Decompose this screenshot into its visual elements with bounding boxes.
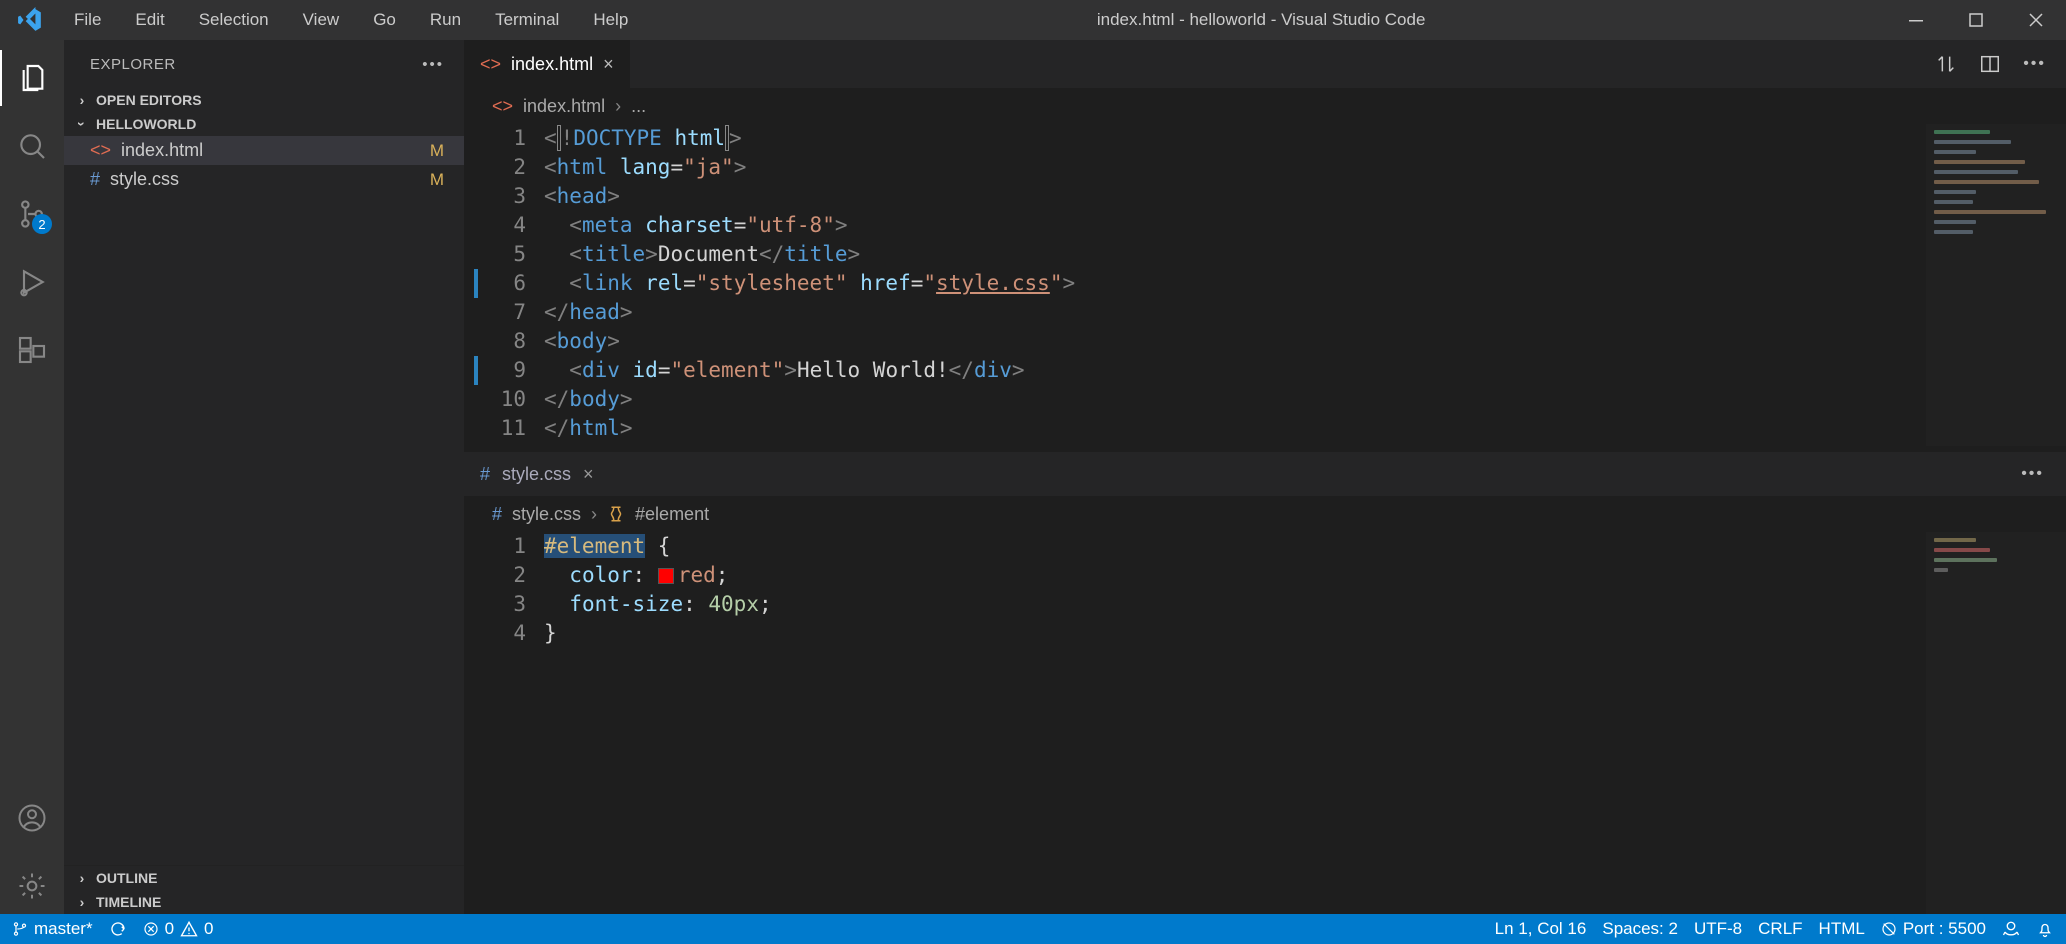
css-file-icon: # — [480, 464, 490, 485]
menu-edit[interactable]: Edit — [127, 6, 172, 34]
git-status: M — [430, 141, 452, 161]
symbol-icon — [607, 504, 625, 525]
code-editor-2[interactable]: 1234 #element { color: red; font-size: 4… — [464, 532, 2066, 914]
tab-label: style.css — [502, 464, 571, 485]
window-title: index.html - helloworld - Visual Studio … — [636, 10, 1886, 30]
menu-help[interactable]: Help — [585, 6, 636, 34]
section-open-editors[interactable]: › OPEN EDITORS — [64, 88, 464, 112]
chevron-down-icon: › — [74, 116, 90, 132]
status-bar: master* 0 0 Ln 1, Col 16 Spaces: 2 UTF-8… — [0, 914, 2066, 944]
vscode-logo-icon — [0, 7, 60, 33]
html-file-icon: <> — [492, 96, 513, 117]
activity-settings-icon[interactable] — [0, 858, 64, 914]
status-eol[interactable]: CRLF — [1758, 919, 1802, 939]
file-name: style.css — [110, 169, 179, 190]
sidebar-title: EXPLORER — [90, 56, 176, 73]
editor2-tabbar: # style.css × ••• — [464, 452, 2066, 496]
tab-style-css[interactable]: # style.css × — [464, 464, 610, 485]
section-timeline[interactable]: › TIMELINE — [64, 890, 464, 914]
chevron-right-icon: › — [74, 92, 90, 108]
timeline-label: TIMELINE — [96, 894, 161, 910]
menu-go[interactable]: Go — [365, 6, 404, 34]
scm-badge: 2 — [32, 214, 52, 234]
breadcrumb-rest[interactable]: ... — [631, 96, 646, 117]
html-file-icon: <> — [480, 54, 501, 75]
menu-bar: File Edit Selection View Go Run Terminal Help — [60, 6, 636, 34]
menu-view[interactable]: View — [295, 6, 348, 34]
css-file-icon: # — [90, 169, 100, 190]
window-minimize-button[interactable] — [1886, 0, 1946, 40]
error-count: 0 — [165, 919, 174, 939]
status-branch[interactable]: master* — [12, 919, 93, 939]
port-label: Port : 5500 — [1903, 919, 1986, 939]
breadcrumb-separator: › — [591, 504, 597, 525]
activity-extensions-icon[interactable] — [0, 322, 64, 378]
code-editor-1[interactable]: 1234567891011 <!DOCTYPE html><html lang=… — [464, 124, 2066, 446]
file-row-style-css[interactable]: # style.css M — [64, 165, 464, 194]
minimap[interactable] — [1926, 124, 2066, 446]
menu-terminal[interactable]: Terminal — [487, 6, 567, 34]
status-encoding[interactable]: UTF-8 — [1694, 919, 1742, 939]
status-cursor[interactable]: Ln 1, Col 16 — [1495, 919, 1587, 939]
chevron-right-icon: › — [74, 870, 90, 886]
tab-label: index.html — [511, 54, 593, 75]
activity-source-control-icon[interactable]: 2 — [0, 186, 64, 242]
activity-run-icon[interactable] — [0, 254, 64, 310]
window-close-button[interactable] — [2006, 0, 2066, 40]
menu-selection[interactable]: Selection — [191, 6, 277, 34]
folder-label: HELLOWORLD — [96, 116, 196, 132]
editor-group: <> index.html × ••• <> index.html › ... … — [464, 40, 2066, 914]
status-problems[interactable]: 0 0 — [143, 919, 214, 939]
window-maximize-button[interactable] — [1946, 0, 2006, 40]
menu-run[interactable]: Run — [422, 6, 469, 34]
breadcrumb-separator: › — [615, 96, 621, 117]
html-file-icon: <> — [90, 140, 111, 161]
status-indent[interactable]: Spaces: 2 — [1602, 919, 1678, 939]
status-language[interactable]: HTML — [1819, 919, 1865, 939]
file-tree: <> index.html M # style.css M — [64, 136, 464, 194]
explorer-sidebar: EXPLORER ••• › OPEN EDITORS › HELLOWORLD… — [64, 40, 464, 914]
css-file-icon: # — [492, 504, 502, 525]
sidebar-more-icon[interactable]: ••• — [422, 56, 444, 73]
close-icon[interactable]: × — [583, 464, 594, 485]
minimap[interactable] — [1926, 532, 2066, 914]
breadcrumb-file[interactable]: index.html — [523, 96, 605, 117]
breadcrumb-bar-2[interactable]: # style.css › #element — [464, 496, 2066, 532]
outline-label: OUTLINE — [96, 870, 157, 886]
editor-more-icon[interactable]: ••• — [2023, 55, 2046, 73]
activity-account-icon[interactable] — [0, 790, 64, 846]
status-liveserver[interactable]: Port : 5500 — [1881, 919, 1986, 939]
close-icon[interactable]: × — [603, 54, 614, 75]
git-status: M — [430, 170, 452, 190]
menu-file[interactable]: File — [66, 6, 109, 34]
file-name: index.html — [121, 140, 203, 161]
activity-explorer-icon[interactable] — [0, 50, 64, 106]
tab-index-html[interactable]: <> index.html × — [464, 40, 631, 88]
open-editors-label: OPEN EDITORS — [96, 92, 202, 108]
activity-bar: 2 — [0, 40, 64, 914]
chevron-right-icon: › — [74, 894, 90, 910]
breadcrumb-symbol[interactable]: #element — [635, 504, 709, 525]
title-bar: File Edit Selection View Go Run Terminal Help i… — [0, 0, 2066, 40]
activity-search-icon[interactable] — [0, 118, 64, 174]
warning-count: 0 — [204, 919, 213, 939]
editor-more-icon[interactable]: ••• — [2021, 465, 2066, 483]
file-row-index-html[interactable]: <> index.html M — [64, 136, 464, 165]
breadcrumb-bar[interactable]: <> index.html › ... — [464, 88, 2066, 124]
status-sync-icon[interactable] — [109, 920, 127, 938]
editor-tabbar: <> index.html × ••• — [464, 40, 2066, 88]
branch-name: master* — [34, 919, 93, 939]
section-outline[interactable]: › OUTLINE — [64, 865, 464, 890]
section-folder[interactable]: › HELLOWORLD — [64, 112, 464, 136]
status-feedback-icon[interactable] — [2002, 920, 2020, 938]
breadcrumb-file[interactable]: style.css — [512, 504, 581, 525]
compare-changes-icon[interactable] — [1935, 53, 1957, 75]
status-bell-icon[interactable] — [2036, 920, 2054, 938]
split-editor-icon[interactable] — [1979, 53, 2001, 75]
